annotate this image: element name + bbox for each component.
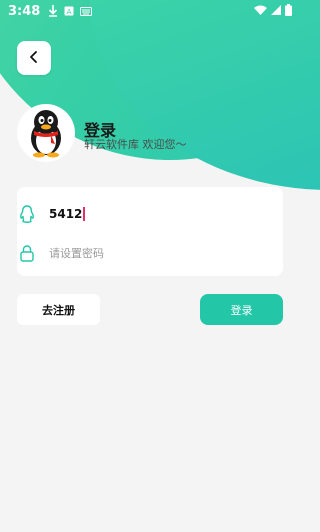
battery-icon — [285, 3, 292, 19]
download-icon — [48, 5, 58, 17]
status-bar: 3:48 A — [0, 0, 300, 22]
status-right-icons — [254, 3, 292, 19]
password-field[interactable]: 请设置密码 — [0, 238, 266, 268]
signal-icon — [271, 4, 281, 18]
text-caret — [83, 207, 85, 222]
wifi-icon — [254, 4, 267, 18]
login-button[interactable]: 登录 — [200, 294, 283, 325]
account-field[interactable]: 5412 — [0, 199, 266, 229]
register-button[interactable]: 去注册 — [17, 294, 100, 325]
chevron-left-icon — [28, 49, 40, 68]
keyboard-icon — [80, 6, 93, 16]
status-time: 3:48 — [8, 3, 41, 19]
account-input[interactable]: 5412 — [49, 207, 85, 222]
welcome-subtitle: 轩云软件库 欢迎您～ — [84, 138, 187, 151]
app-notification-icon: A — [64, 6, 74, 16]
qq-penguin-outline-icon — [17, 204, 37, 224]
svg-text:A: A — [67, 8, 72, 16]
header-background-blob-right — [90, 0, 320, 190]
back-button[interactable] — [17, 41, 51, 75]
lock-icon — [17, 243, 37, 263]
qq-penguin-icon — [31, 110, 61, 158]
account-value: 5412 — [49, 206, 83, 221]
password-input[interactable]: 请设置密码 — [49, 245, 104, 261]
avatar — [17, 104, 75, 162]
